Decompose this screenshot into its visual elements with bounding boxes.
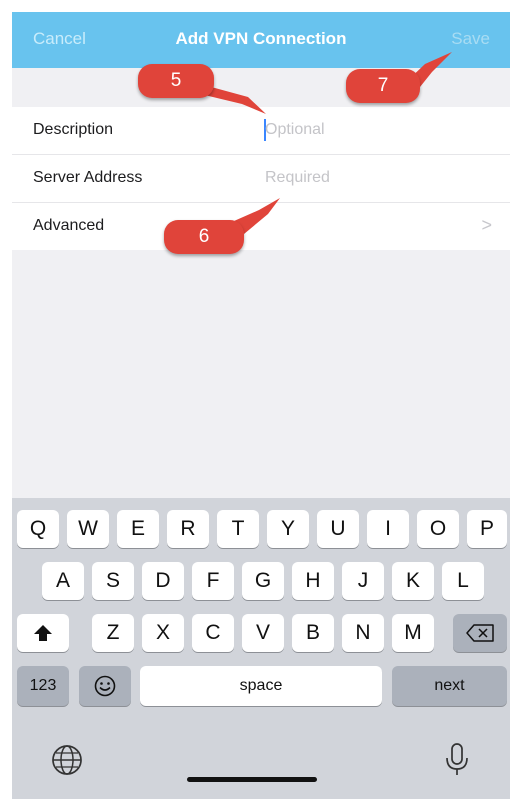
- page-title: Add VPN Connection: [175, 29, 347, 48]
- key-n[interactable]: N: [342, 614, 384, 652]
- key-w[interactable]: W: [67, 510, 109, 548]
- space-key[interactable]: space: [140, 666, 382, 706]
- key-b[interactable]: B: [292, 614, 334, 652]
- keyboard: Q W E R T Y U I O P A S D F G H J K L Z …: [12, 498, 510, 799]
- home-indicator: [187, 777, 317, 782]
- key-o[interactable]: O: [417, 510, 459, 548]
- callout-6: 6: [164, 220, 244, 254]
- key-l[interactable]: L: [442, 562, 484, 600]
- key-g[interactable]: G: [242, 562, 284, 600]
- key-y[interactable]: Y: [267, 510, 309, 548]
- key-x[interactable]: X: [142, 614, 184, 652]
- key-t[interactable]: T: [217, 510, 259, 548]
- vpn-screen: Cancel Add VPN Connection Save Descripti…: [12, 12, 510, 799]
- emoji-key[interactable]: [79, 666, 131, 706]
- key-v[interactable]: V: [242, 614, 284, 652]
- key-j[interactable]: J: [342, 562, 384, 600]
- key-u[interactable]: U: [317, 510, 359, 548]
- key-d[interactable]: D: [142, 562, 184, 600]
- key-s[interactable]: S: [92, 562, 134, 600]
- advanced-row[interactable]: Advanced >: [12, 203, 510, 250]
- navigation-bar: Cancel Add VPN Connection Save: [12, 12, 510, 68]
- key-f[interactable]: F: [192, 562, 234, 600]
- key-i[interactable]: I: [367, 510, 409, 548]
- chevron-right-icon: >: [481, 215, 492, 235]
- description-label: Description: [33, 121, 114, 138]
- key-p[interactable]: P: [467, 510, 507, 548]
- backspace-key[interactable]: [453, 614, 507, 652]
- key-e[interactable]: E: [117, 510, 159, 548]
- emoji-icon: [94, 675, 116, 697]
- callout-7: 7: [346, 69, 420, 103]
- vpn-form: Description Optional Server Address Requ…: [12, 107, 510, 250]
- numbers-key[interactable]: 123: [17, 666, 69, 706]
- description-row[interactable]: Description Optional: [12, 107, 510, 155]
- shift-icon: [34, 625, 52, 641]
- globe-icon[interactable]: [50, 743, 84, 777]
- key-q[interactable]: Q: [17, 510, 59, 548]
- server-address-row[interactable]: Server Address Required: [12, 155, 510, 203]
- advanced-label: Advanced: [33, 217, 105, 234]
- server-address-input[interactable]: Required: [265, 169, 330, 187]
- key-a[interactable]: A: [42, 562, 84, 600]
- shift-key[interactable]: [17, 614, 69, 652]
- description-input[interactable]: Optional: [265, 121, 325, 139]
- key-h[interactable]: H: [292, 562, 334, 600]
- key-r[interactable]: R: [167, 510, 209, 548]
- backspace-icon: [466, 624, 494, 642]
- server-address-label: Server Address: [33, 169, 143, 186]
- microphone-icon[interactable]: [444, 742, 470, 778]
- callout-5: 5: [138, 64, 214, 98]
- key-m[interactable]: M: [392, 614, 434, 652]
- save-button[interactable]: Save: [451, 29, 490, 49]
- key-k[interactable]: K: [392, 562, 434, 600]
- next-key[interactable]: next: [392, 666, 507, 706]
- key-z[interactable]: Z: [92, 614, 134, 652]
- key-c[interactable]: C: [192, 614, 234, 652]
